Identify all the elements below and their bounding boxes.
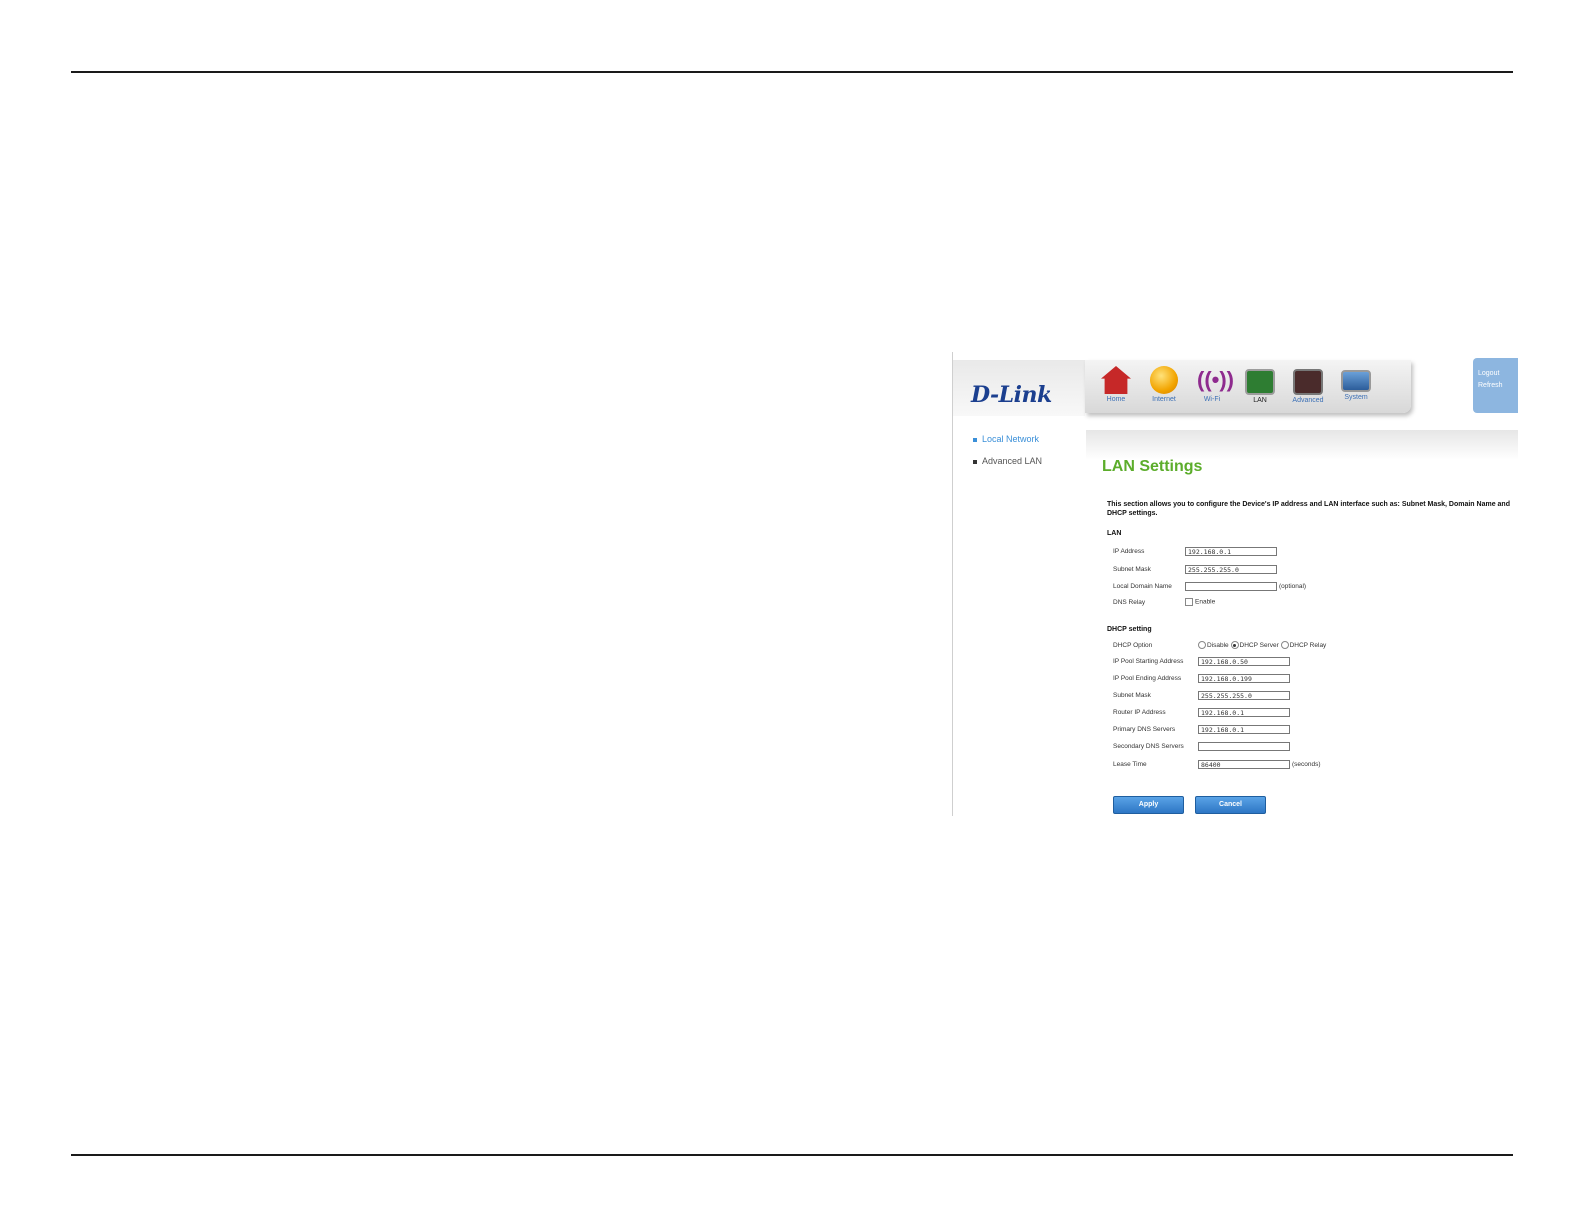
primary-dns-field[interactable]: 192.168.0.1	[1198, 725, 1290, 734]
nav-home-label: Home	[1106, 396, 1126, 403]
lease-time-label: Lease Time	[1113, 761, 1147, 768]
top-nav: Home Internet ((•)) Wi-Fi LAN Advanced S…	[1085, 360, 1411, 413]
radio-disable-label: Disable	[1207, 641, 1229, 649]
nav-lan[interactable]: LAN	[1237, 366, 1283, 404]
dhcp-subnet-mask-label: Subnet Mask	[1113, 692, 1151, 699]
sidebar-item-advanced-lan[interactable]: Advanced LAN	[973, 456, 1042, 466]
sidebar: Local Network Advanced LAN	[973, 434, 1042, 478]
apply-button[interactable]: Apply	[1113, 796, 1184, 814]
secondary-dns-field[interactable]	[1198, 742, 1290, 751]
account-panel: Logout Refresh	[1473, 358, 1518, 413]
radio-icon	[1280, 641, 1289, 649]
bullet-icon	[973, 437, 977, 442]
secondary-dns-label: Secondary DNS Servers	[1113, 743, 1184, 750]
radio-dhcp-relay[interactable]: DHCP Relay	[1280, 641, 1327, 649]
router-ip-label: Router IP Address	[1113, 709, 1166, 716]
dlink-logo: D-Link	[971, 382, 1052, 408]
dhcp-heading: DHCP setting	[1107, 626, 1152, 633]
subnet-mask-field[interactable]: 255.255.255.0	[1185, 565, 1277, 574]
radio-disable[interactable]: Disable	[1198, 641, 1229, 649]
domain-name-field[interactable]	[1185, 582, 1277, 591]
page-title: LAN Settings	[1102, 458, 1203, 475]
pool-start-label: IP Pool Starting Address	[1113, 658, 1184, 665]
monitor-icon	[1341, 370, 1371, 392]
ip-address-label: IP Address	[1113, 548, 1145, 555]
dns-relay-label: DNS Relay	[1113, 599, 1146, 606]
pool-start-field[interactable]: 192.168.0.50	[1198, 657, 1290, 666]
lan-icon	[1245, 369, 1275, 395]
dhcp-option-label: DHCP Option	[1113, 642, 1153, 649]
logo-area: D-Link	[953, 360, 1085, 416]
pool-end-label: IP Pool Ending Address	[1113, 675, 1182, 682]
radio-icon	[1198, 641, 1206, 649]
sidebar-item-label: Advanced LAN	[982, 456, 1043, 466]
router-ui-screenshot: D-Link Home Internet ((•)) Wi-Fi LAN Adv…	[952, 352, 1518, 816]
radio-selected-icon	[1230, 641, 1239, 649]
sidebar-item-local-network[interactable]: Local Network	[973, 434, 1042, 444]
cancel-button[interactable]: Cancel	[1195, 796, 1266, 814]
domain-name-label: Local Domain Name	[1113, 583, 1172, 590]
tools-icon	[1293, 369, 1323, 395]
bullet-icon	[973, 459, 977, 464]
home-icon	[1101, 366, 1131, 394]
nav-wifi-label: Wi-Fi	[1203, 396, 1221, 403]
nav-advanced-label: Advanced	[1292, 397, 1324, 404]
subnet-mask-label: Subnet Mask	[1113, 566, 1151, 573]
primary-dns-label: Primary DNS Servers	[1113, 726, 1176, 733]
lan-heading: LAN	[1107, 530, 1122, 537]
dns-relay-option-label: Enable	[1195, 598, 1216, 606]
nav-system-label: System	[1344, 394, 1368, 401]
refresh-link[interactable]: Refresh	[1473, 382, 1518, 389]
router-ip-field[interactable]: 192.168.0.1	[1198, 708, 1290, 717]
dns-relay-checkbox[interactable]: Enable	[1185, 598, 1215, 606]
header: D-Link Home Internet ((•)) Wi-Fi LAN Adv…	[953, 352, 1518, 416]
nav-system[interactable]: System	[1333, 366, 1379, 401]
nav-home[interactable]: Home	[1093, 366, 1139, 403]
radio-dhcp-server[interactable]: DHCP Server	[1230, 641, 1279, 649]
nav-lan-label: LAN	[1253, 397, 1267, 404]
ip-address-field[interactable]: 192.168.0.1	[1185, 547, 1277, 556]
top-rule	[71, 71, 1513, 73]
bottom-rule	[71, 1154, 1513, 1156]
dhcp-option-radios: Disable DHCP Server DHCP Relay	[1198, 641, 1326, 649]
logout-link[interactable]: Logout	[1473, 370, 1518, 377]
radio-dhcp-relay-label: DHCP Relay	[1289, 641, 1327, 649]
sidebar-item-label: Local Network	[982, 434, 1040, 444]
pool-end-field[interactable]: 192.168.0.199	[1198, 674, 1290, 683]
globe-icon	[1150, 366, 1178, 394]
radio-dhcp-server-label: DHCP Server	[1239, 641, 1279, 649]
wifi-icon: ((•))	[1197, 367, 1235, 392]
lease-time-field[interactable]: 86400	[1198, 760, 1290, 769]
nav-internet-label: Internet	[1152, 396, 1176, 403]
lease-seconds-note: (seconds)	[1292, 761, 1321, 768]
dhcp-subnet-mask-field[interactable]: 255.255.255.0	[1198, 691, 1290, 700]
main-content: LAN Settings This section allows you to …	[1086, 430, 1518, 816]
checkbox-icon	[1185, 598, 1193, 606]
domain-optional-note: (optional)	[1279, 583, 1307, 590]
nav-advanced[interactable]: Advanced	[1285, 366, 1331, 404]
nav-internet[interactable]: Internet	[1141, 366, 1187, 403]
nav-wifi[interactable]: ((•)) Wi-Fi	[1189, 366, 1235, 403]
page-description: This section allows you to configure the…	[1107, 501, 1510, 517]
